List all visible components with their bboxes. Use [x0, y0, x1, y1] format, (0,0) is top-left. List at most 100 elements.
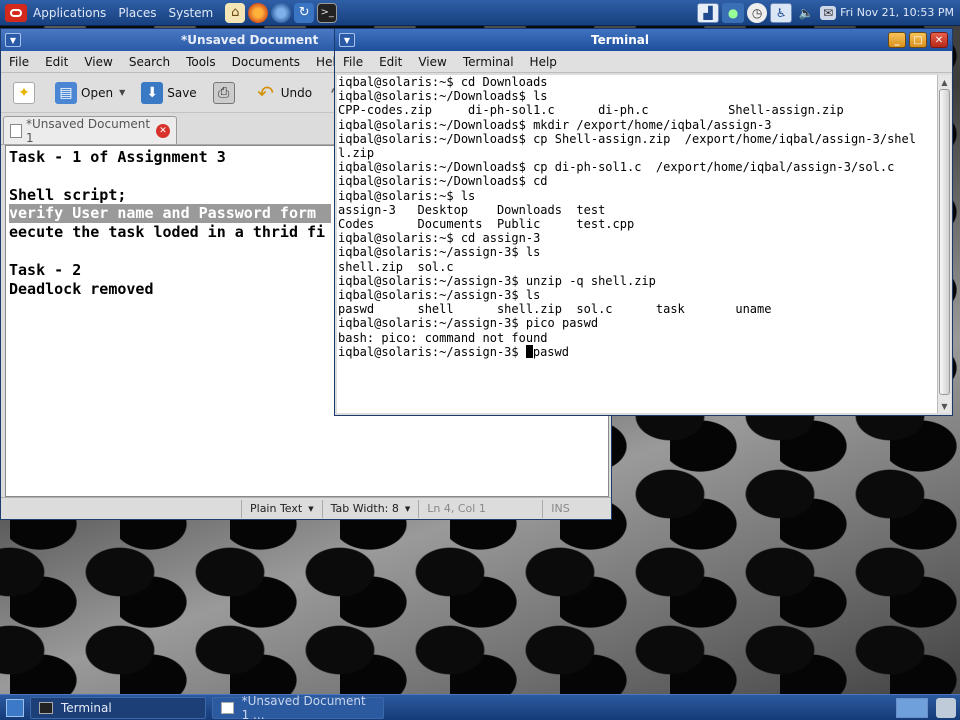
terminal-output[interactable]: iqbal@solaris:~$ cd Downloads iqbal@solar…: [337, 75, 937, 413]
show-desktop-icon[interactable]: [6, 698, 24, 717]
terminal-line: paswd shell shell.zip sol.c task uname: [338, 302, 772, 317]
terminal-prompt: iqbal@solaris:~/assign-3$: [338, 344, 526, 359]
clock-icon[interactable]: ◷: [747, 2, 768, 23]
firefox-icon[interactable]: [248, 2, 269, 23]
home-icon[interactable]: ⌂: [225, 2, 246, 23]
terminal-line: iqbal@solaris:~/assign-3$ unzip -q shell…: [338, 273, 656, 288]
gedit-menu-tools[interactable]: Tools: [178, 55, 224, 69]
terminal-task-icon: [39, 701, 53, 714]
terminal-menu-file[interactable]: File: [335, 55, 371, 69]
top-panel: Applications Places System ⌂ ↻ >_ ▟ ● ◷ …: [0, 0, 960, 26]
terminal-title: Terminal: [590, 33, 650, 47]
terminal-line: iqbal@solaris:~/assign-3$ ls: [338, 245, 541, 260]
terminal-line: iqbal@solaris:~/Downloads$ cd: [338, 174, 548, 189]
terminal-icon[interactable]: >_: [317, 2, 338, 23]
mail-icon[interactable]: ✉: [820, 5, 837, 20]
minimize-icon[interactable]: _: [888, 32, 906, 48]
open-folder-icon: ▤: [55, 81, 77, 104]
terminal-line: shell.zip sol.c: [338, 259, 454, 274]
insert-mode: INS: [542, 499, 577, 518]
terminal-line: bash: pico: command not found: [338, 330, 548, 345]
workspace-1[interactable]: [896, 697, 928, 718]
thunderbird-icon[interactable]: [271, 2, 292, 23]
terminal-line: iqbal@solaris:~/assign-3$ pico paswd: [338, 316, 599, 331]
terminal-line: Codes Documents Public test.cpp: [338, 217, 635, 232]
terminal-menu-edit[interactable]: Edit: [371, 55, 410, 69]
tab-close-icon[interactable]: ✕: [156, 123, 170, 138]
save-icon: ⬇: [141, 81, 164, 104]
save-label: Save: [167, 85, 197, 100]
language-label: Plain Text: [250, 502, 303, 515]
document-icon: [10, 123, 22, 138]
scroll-down-icon[interactable]: ▼: [938, 399, 951, 413]
new-document-button[interactable]: ✦: [9, 80, 43, 106]
selected-text-line[interactable]: verify User name and Password form: [9, 204, 331, 224]
trash-icon[interactable]: [936, 697, 956, 718]
terminal-current-input: paswd: [532, 344, 569, 359]
terminal-menu-help[interactable]: Help: [522, 55, 565, 69]
taskbar-terminal[interactable]: Terminal: [30, 696, 206, 719]
gedit-menu-view[interactable]: View: [76, 55, 120, 69]
terminal-line: CPP-codes.zip di-ph-sol1.c di-ph.c Shell…: [338, 103, 844, 118]
terminal-line: iqbal@solaris:~/Downloads$ ls: [338, 89, 548, 104]
tab-label: *Unsaved Document 1: [26, 116, 151, 145]
close-icon[interactable]: ✕: [930, 32, 948, 48]
language-dropdown-icon: ▼: [308, 504, 314, 513]
tab-width-dropdown-icon: ▼: [404, 504, 411, 513]
terminal-prompt-line[interactable]: iqbal@solaris:~/assign-3$ paswd: [338, 344, 937, 359]
terminal-window: ▼ Terminal _ □ ✕ File Edit View Terminal…: [334, 28, 953, 416]
volume-icon[interactable]: 🔈: [795, 3, 817, 23]
tab-unsaved-document-1[interactable]: *Unsaved Document 1 ✕: [3, 116, 177, 145]
window-menu-button[interactable]: ▼: [5, 33, 21, 47]
clock[interactable]: Fri Nov 21, 10:53 PM: [840, 6, 954, 19]
oracle-logo-icon[interactable]: [5, 3, 27, 22]
undo-label: Undo: [280, 85, 313, 100]
open-button[interactable]: ▤ Open ▼: [51, 80, 129, 106]
terminal-menu-view[interactable]: View: [410, 55, 454, 69]
taskbar-document-label: *Unsaved Document 1 ...: [241, 693, 366, 720]
terminal-line: iqbal@solaris:~/assign-3$ ls: [338, 288, 541, 303]
accessibility-icon[interactable]: ♿: [770, 2, 793, 23]
terminal-line: iqbal@solaris:~$ cd assign-3: [338, 231, 541, 246]
system-menu[interactable]: System: [168, 6, 213, 20]
gedit-statusbar: Plain Text ▼ Tab Width: 8 ▼ Ln 4, Col 1 …: [1, 497, 611, 519]
gedit-menu-file[interactable]: File: [1, 55, 37, 69]
tab-width-label: Tab Width: 8: [330, 502, 399, 515]
applications-menu[interactable]: Applications: [33, 6, 106, 20]
terminal-menu-terminal[interactable]: Terminal: [455, 55, 522, 69]
document-task-icon: [221, 701, 234, 714]
undo-button[interactable]: ↶ Undo: [251, 80, 316, 106]
update-icon[interactable]: ↻: [294, 2, 315, 23]
save-button[interactable]: ⬇ Save: [137, 80, 200, 106]
print-icon: ⎙: [212, 81, 235, 104]
gedit-menu-documents[interactable]: Documents: [224, 55, 308, 69]
scroll-up-icon[interactable]: ▲: [938, 75, 951, 89]
terminal-line: iqbal@solaris:~/Downloads$ cp di-ph-sol1…: [338, 160, 895, 175]
window-menu-button[interactable]: ▼: [339, 33, 355, 47]
maximize-icon[interactable]: □: [909, 32, 927, 48]
terminal-line: iqbal@solaris:~$ ls: [338, 188, 476, 203]
window-controls: _ □ ✕: [885, 32, 948, 48]
bottom-panel: Terminal *Unsaved Document 1 ...: [0, 694, 960, 720]
tab-width-selector[interactable]: Tab Width: 8 ▼: [321, 499, 419, 518]
places-menu[interactable]: Places: [118, 6, 156, 20]
taskbar-terminal-label: Terminal: [61, 700, 112, 715]
terminal-titlebar[interactable]: ▼ Terminal _ □ ✕: [335, 29, 952, 51]
text-cursor: [525, 344, 533, 358]
cursor-position: Ln 4, Col 1: [418, 499, 542, 518]
language-selector[interactable]: Plain Text ▼: [241, 499, 322, 518]
gedit-menu-edit[interactable]: Edit: [37, 55, 76, 69]
terminal-line: iqbal@solaris:~/Downloads$ mkdir /export…: [338, 117, 772, 132]
new-document-icon: ✦: [13, 81, 35, 104]
terminal-menubar: File Edit View Terminal Help: [335, 51, 952, 73]
gedit-menu-search[interactable]: Search: [121, 55, 178, 69]
terminal-line: assign-3 Desktop Downloads test: [338, 202, 606, 217]
scrollbar-thumb[interactable]: [939, 89, 950, 395]
taskbar-unsaved-document[interactable]: *Unsaved Document 1 ...: [212, 693, 384, 720]
network-icon[interactable]: ●: [722, 2, 745, 23]
terminal-line: l.zip: [338, 146, 375, 161]
open-dropdown-icon[interactable]: ▼: [119, 88, 125, 97]
terminal-scrollbar[interactable]: ▲ ▼: [937, 75, 951, 413]
print-button[interactable]: ⎙: [209, 80, 243, 106]
system-monitor-icon[interactable]: ▟: [697, 2, 720, 23]
